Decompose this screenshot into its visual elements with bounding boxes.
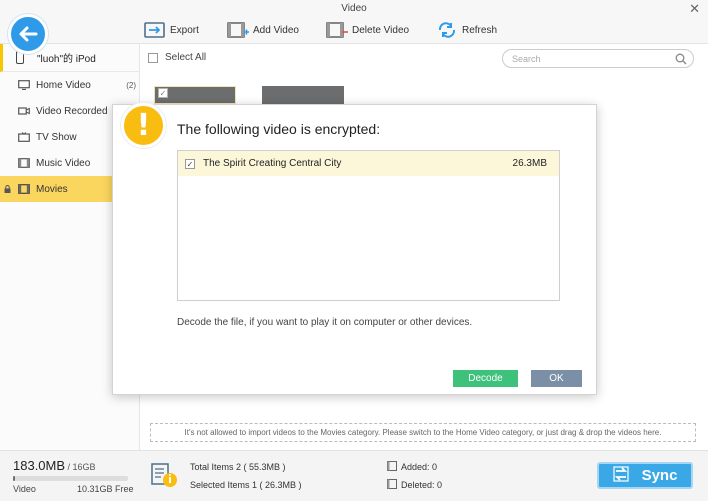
search-input[interactable] [512, 53, 672, 65]
import-notice: It's not allowed to import videos to the… [150, 423, 696, 442]
warning-icon: ! [121, 103, 166, 148]
delete-video-button[interactable]: Delete Video [326, 20, 409, 40]
add-video-label: Add Video [253, 24, 299, 36]
added-count: Added: 0 [401, 462, 438, 472]
checkbox[interactable] [148, 52, 158, 63]
ok-button[interactable]: OK [531, 370, 582, 387]
device-name: "luoh"的 iPod [37, 54, 96, 65]
storage-used-value: 183.0MB [13, 458, 66, 473]
storage-category: Video [13, 484, 36, 494]
back-arrow-icon [19, 26, 38, 42]
item-count: (2) [126, 80, 136, 90]
close-icon[interactable]: ✕ [689, 2, 700, 16]
sync-icon [612, 465, 629, 486]
info-icon [150, 460, 180, 493]
total-items: Total Items 2 ( 55.3MB ) [190, 462, 286, 472]
lock-icon [4, 185, 11, 193]
sidebar-item-home-video[interactable]: Home Video (2) [0, 72, 140, 98]
back-button[interactable] [8, 14, 48, 54]
storage-bar-fill [13, 476, 16, 481]
select-all-checkbox[interactable]: Select All [148, 52, 206, 63]
sidebar-item-label: TV Show [36, 131, 77, 143]
storage-bar [13, 476, 128, 481]
sync-label: Sync [641, 467, 678, 484]
storage-free: 10.31GB Free [77, 484, 134, 494]
sidebar-item-label: Video Recorded [36, 105, 108, 117]
export-icon [144, 21, 166, 39]
decode-button[interactable]: Decode [453, 370, 518, 387]
selected-items: Selected Items 1 ( 26.3MB ) [190, 480, 302, 490]
status-bar: 183.0MB / 16GB Video 10.31GB Free Total … [0, 450, 708, 501]
search-icon[interactable] [675, 53, 687, 68]
add-video-icon [227, 21, 249, 39]
music-video-icon [18, 158, 30, 168]
sync-button[interactable]: Sync [597, 462, 693, 489]
file-name: The Spirit Creating Central City [203, 158, 342, 169]
tv-icon [18, 132, 30, 142]
delete-video-icon [326, 21, 348, 39]
select-all-label: Select All [165, 52, 207, 63]
home-video-icon [18, 80, 30, 91]
video-camera-icon [18, 106, 30, 116]
encrypted-file-list: ✓ The Spirit Creating Central City 26.3M… [177, 150, 560, 301]
added-icon [387, 461, 397, 473]
title-bar: Video ✕ Export Add Video Delete Video Re… [0, 0, 708, 44]
sidebar-item-label: Movies [36, 183, 68, 195]
storage-used: 183.0MB / 16GB [13, 458, 96, 473]
sidebar-item-label: Home Video [36, 79, 91, 91]
add-video-button[interactable]: Add Video [227, 20, 299, 40]
refresh-button[interactable]: Refresh [436, 20, 497, 40]
deleted-icon [387, 479, 397, 491]
refresh-icon [436, 21, 458, 39]
deleted-count: Deleted: 0 [401, 480, 443, 490]
search-box[interactable] [502, 49, 694, 68]
refresh-label: Refresh [462, 24, 498, 36]
window-title: Video [341, 3, 367, 14]
dialog-title: The following video is encrypted: [177, 121, 381, 137]
export-button[interactable]: Export [144, 20, 199, 40]
sidebar-item-label: Music Video [36, 157, 91, 169]
delete-video-label: Delete Video [352, 24, 410, 36]
file-size: 26.3MB [512, 158, 547, 169]
dialog-hint: Decode the file, if you want to play it … [177, 317, 473, 328]
film-icon [18, 184, 30, 194]
file-checkbox[interactable]: ✓ [185, 158, 195, 169]
storage-total: / 16GB [65, 462, 96, 472]
list-item[interactable]: ✓ The Spirit Creating Central City 26.3M… [178, 151, 559, 176]
export-label: Export [170, 24, 199, 36]
